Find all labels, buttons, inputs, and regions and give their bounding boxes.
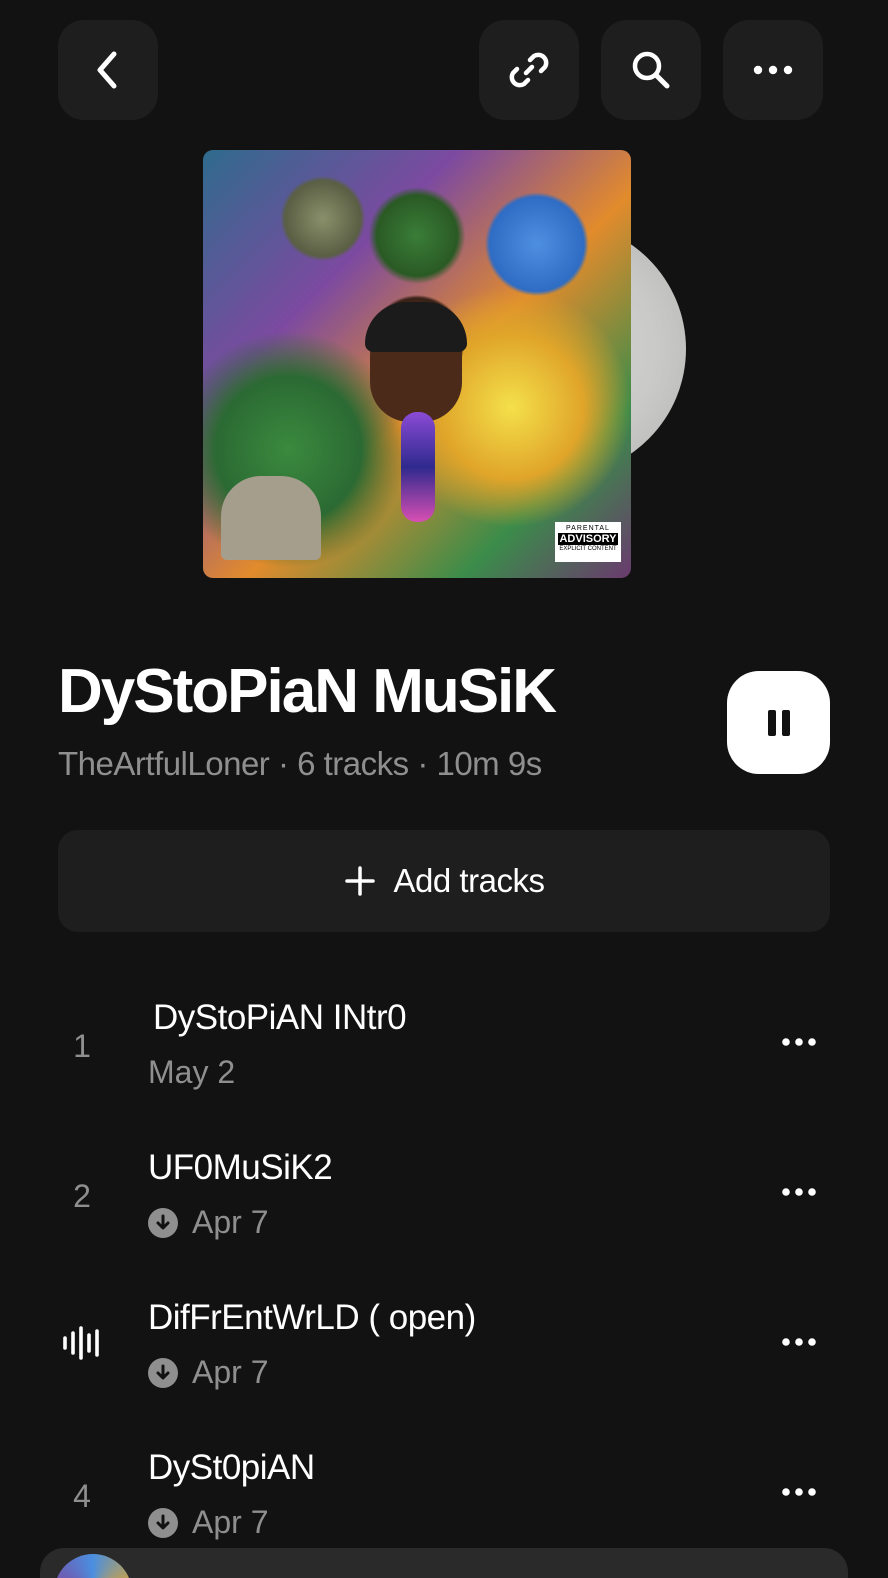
track-title: UF0MuSiK2: [148, 1148, 333, 1187]
link-icon: [509, 52, 549, 88]
track-title: DySt0piAN: [148, 1448, 315, 1487]
downloaded-icon: [148, 1357, 178, 1388]
pause-button[interactable]: [727, 671, 830, 774]
downloaded-icon: [148, 1207, 178, 1238]
search-icon: [632, 51, 670, 89]
mini-player-artwork: [54, 1554, 132, 1578]
chevron-left-icon: [97, 51, 117, 89]
track-more-icon[interactable]: [782, 1487, 816, 1497]
plus-icon: [344, 866, 375, 896]
more-options-button[interactable]: [723, 20, 823, 120]
track-number: 2: [73, 1178, 91, 1214]
track-row-playing[interactable]: DifFrEntWrLD ( open) Apr 7: [0, 1290, 888, 1430]
share-link-button[interactable]: [479, 20, 579, 120]
back-button[interactable]: [58, 20, 158, 120]
now-playing-waveform-icon: [63, 1326, 99, 1360]
track-more-icon[interactable]: [782, 1037, 816, 1047]
track-row[interactable]: 1 DyStoPiAN INtr0 May 2: [0, 990, 888, 1130]
parental-advisory-label: PARENTAL ADVISORY EXPLICIT CONTENT: [555, 522, 621, 562]
track-date: Apr 7: [148, 1504, 268, 1541]
track-date: Apr 7: [148, 1204, 268, 1241]
track-number: 4: [73, 1478, 91, 1514]
track-date: May 2: [148, 1054, 236, 1090]
track-title: DyStoPiAN INtr0: [153, 998, 407, 1037]
more-horizontal-icon: [753, 65, 793, 75]
downloaded-icon: [148, 1507, 178, 1538]
mini-player[interactable]: [40, 1548, 848, 1578]
playlist-meta: TheArtfulLoner · 6 tracks · 10m 9s: [58, 745, 542, 782]
add-tracks-button[interactable]: Add tracks: [58, 830, 830, 932]
track-title: DifFrEntWrLD ( open): [148, 1298, 476, 1337]
track-more-icon[interactable]: [782, 1337, 816, 1347]
playlist-artwork: PARENTAL ADVISORY EXPLICIT CONTENT: [203, 150, 631, 578]
pause-icon: [767, 709, 790, 736]
track-row[interactable]: 2 UF0MuSiK2 Apr 7: [0, 1140, 888, 1280]
add-tracks-label: Add tracks: [393, 862, 545, 899]
playlist-title: DyStoPiaN MuSiK: [58, 657, 557, 726]
search-button[interactable]: [601, 20, 701, 120]
track-more-icon[interactable]: [782, 1187, 816, 1197]
track-number: 1: [73, 1028, 91, 1064]
track-date: Apr 7: [148, 1354, 268, 1391]
